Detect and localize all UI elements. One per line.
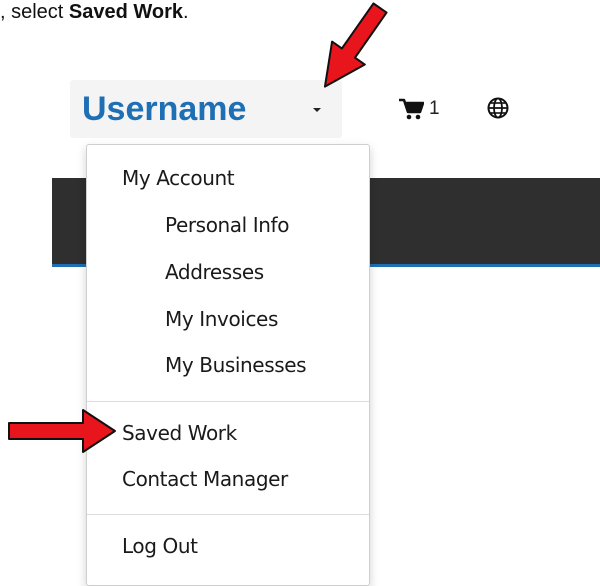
- menu-item-my-account[interactable]: My Account: [122, 165, 235, 191]
- menu-item-log-out[interactable]: Log Out: [122, 533, 198, 559]
- account-dropdown-menu: My Account Personal Info Addresses My In…: [86, 144, 370, 586]
- user-menu-toggle[interactable]: Username: [70, 80, 342, 138]
- instruction-text: , select Saved Work.: [0, 0, 189, 24]
- instruction-target: Saved Work: [68, 1, 184, 23]
- menu-divider: [87, 514, 369, 515]
- menu-divider: [87, 401, 369, 402]
- cart-button[interactable]: 1: [398, 95, 440, 123]
- menu-item-addresses[interactable]: Addresses: [165, 259, 264, 285]
- menu-item-saved-work[interactable]: Saved Work: [122, 420, 237, 446]
- username-label: Username: [82, 90, 247, 128]
- menu-item-personal-info[interactable]: Personal Info: [165, 212, 289, 238]
- shopping-cart-icon: [398, 97, 424, 121]
- cart-count: 1: [429, 98, 440, 119]
- caret-down-icon[interactable]: [313, 108, 321, 112]
- instruction-prefix: , select: [0, 1, 69, 23]
- menu-item-my-invoices[interactable]: My Invoices: [165, 306, 278, 332]
- menu-item-my-businesses[interactable]: My Businesses: [165, 352, 307, 378]
- globe-icon: [487, 97, 509, 119]
- menu-item-contact-manager[interactable]: Contact Manager: [122, 466, 288, 492]
- instruction-suffix: .: [183, 1, 189, 23]
- language-button[interactable]: [487, 97, 509, 119]
